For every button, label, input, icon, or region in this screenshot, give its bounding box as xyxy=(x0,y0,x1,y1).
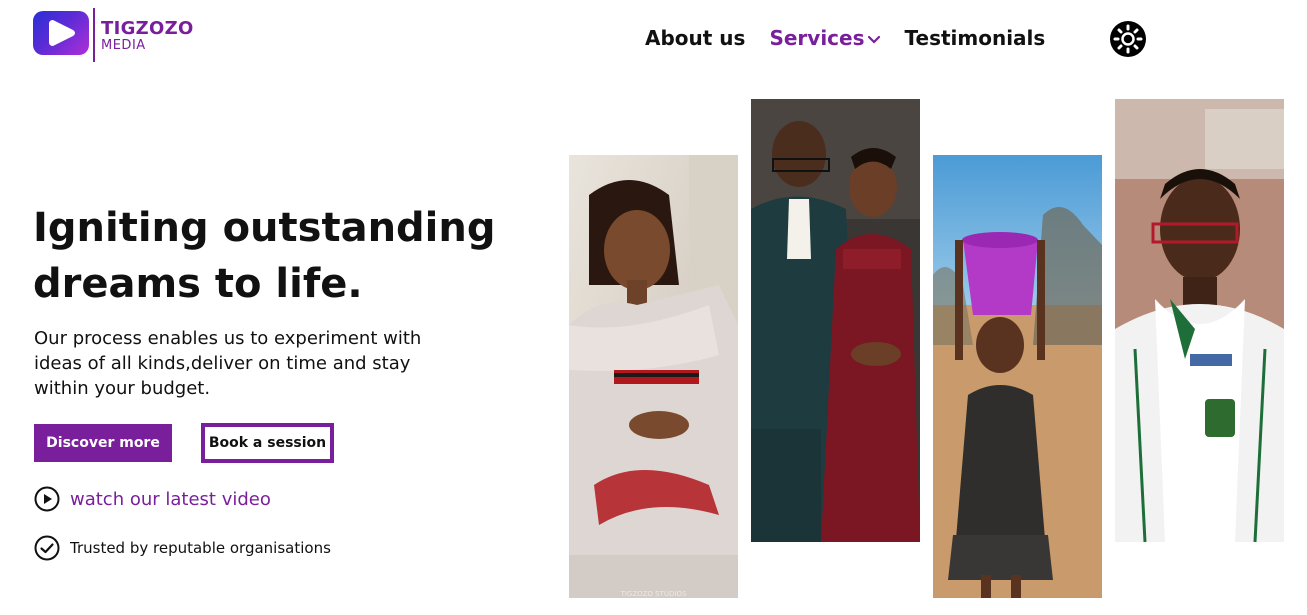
photo-woman-in-dress: TIGZOZO STUDIOS xyxy=(569,155,738,598)
photo-student xyxy=(1115,99,1284,542)
main-nav: About us Services Testimonials xyxy=(645,24,1045,52)
brand-wordmark: TIGZOZO MEDIA xyxy=(101,8,194,62)
logo-divider xyxy=(93,8,95,62)
theme-toggle-button[interactable] xyxy=(1110,21,1146,57)
nav-testimonials[interactable]: Testimonials xyxy=(905,24,1046,52)
hero-title: Igniting outstanding dreams to life. xyxy=(33,200,513,312)
play-circle-icon xyxy=(34,486,60,512)
discover-more-button[interactable]: Discover more xyxy=(34,424,172,462)
brand-name: TIGZOZO xyxy=(101,18,194,39)
watch-video-label: watch our latest video xyxy=(70,488,271,510)
brand-subtitle: MEDIA xyxy=(101,38,146,53)
play-icon xyxy=(33,11,89,55)
hero-title-line2: dreams to life. xyxy=(33,261,363,307)
photo-child-with-bucket xyxy=(933,155,1102,598)
nav-about-us[interactable]: About us xyxy=(645,24,745,52)
trusted-badge: Trusted by reputable organisations xyxy=(34,535,331,561)
chevron-down-icon xyxy=(867,24,881,52)
check-circle-icon xyxy=(34,535,60,561)
hero-description: Our process enables us to experiment wit… xyxy=(34,328,422,399)
photo-watermark: TIGZOZO STUDIOS xyxy=(620,590,687,598)
sun-icon xyxy=(1113,24,1143,54)
trusted-label: Trusted by reputable organisations xyxy=(70,539,331,557)
brand-logo[interactable]: TIGZOZO MEDIA xyxy=(33,8,194,62)
book-session-button[interactable]: Book a session xyxy=(201,423,334,463)
hero-title-line1: Igniting outstanding xyxy=(33,205,496,251)
photo-couple xyxy=(751,99,920,542)
nav-services-label: Services xyxy=(769,26,865,50)
watch-video-link[interactable]: watch our latest video xyxy=(34,486,271,512)
nav-services[interactable]: Services xyxy=(769,24,880,52)
